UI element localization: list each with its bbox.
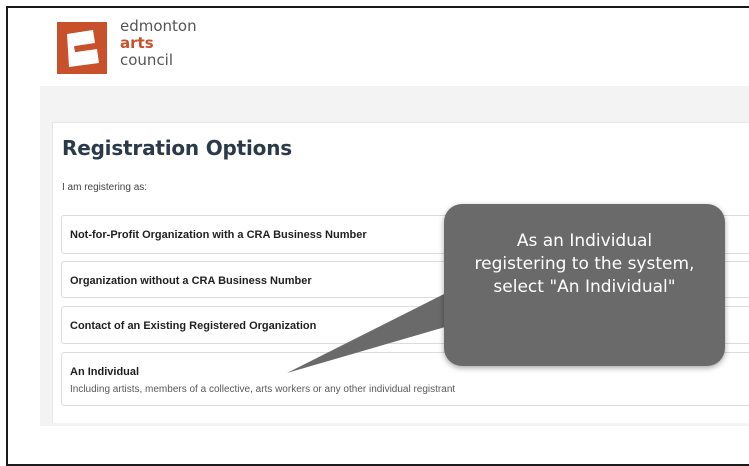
tutorial-callout: As an Individual registering to the syst… [444,204,725,366]
callout-text: As an Individual registering to the syst… [474,231,695,297]
